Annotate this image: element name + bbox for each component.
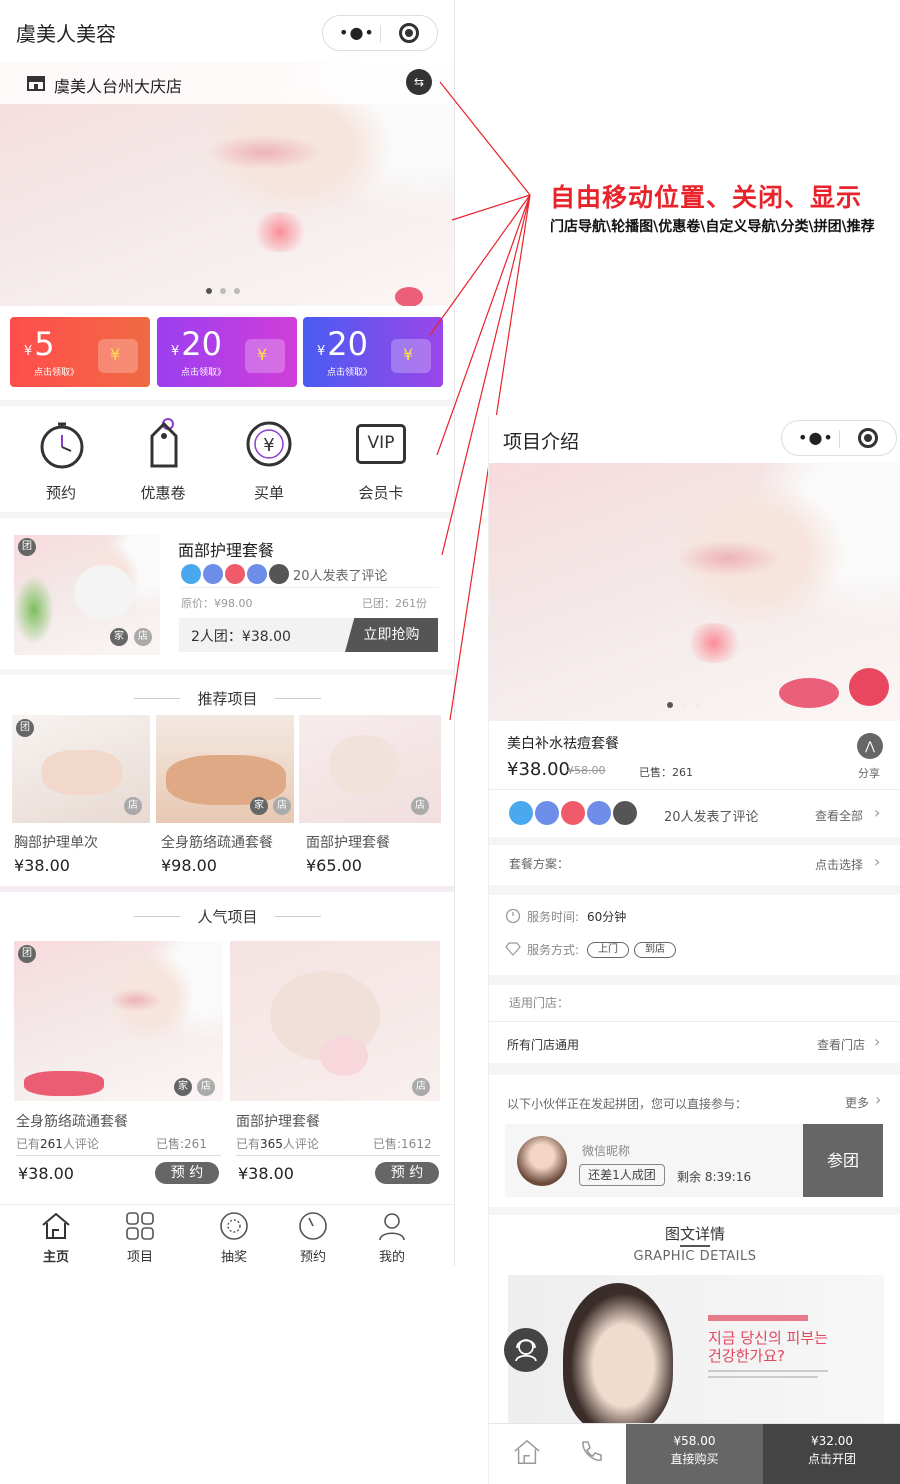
annotation-headline: 自由移动位置、关闭、显示	[550, 183, 863, 212]
page-title: 项目介绍	[503, 431, 580, 453]
group-card: 微信昵称 还差1人成团 剩余 8:39:16 参团	[505, 1124, 883, 1197]
chevron-right-icon: ›	[874, 852, 881, 871]
stores-label: 适用门店：	[509, 996, 570, 1010]
mini-program-capsule: •●•	[781, 420, 897, 456]
annotation-subline: 门店导航\轮播图\优惠卷\自定义导航\分类\拼团\推荐	[550, 219, 875, 235]
close-program-icon[interactable]	[858, 428, 878, 448]
share-label: 分享	[858, 767, 880, 780]
product-carousel[interactable]	[489, 463, 900, 721]
product-price: ¥38.00	[507, 759, 570, 780]
avatar	[517, 1136, 567, 1186]
service-mode-tag: 到店	[634, 942, 676, 958]
ad-headline: 건강한가요?	[708, 1347, 785, 1365]
choose-package[interactable]: 点击选择	[815, 856, 863, 873]
product-original-price: ¥58.00	[567, 764, 606, 777]
start-group-button[interactable]: ¥32.00 点击开团	[763, 1424, 900, 1484]
bottom-action-bar: ¥58.00 直接购买 ¥32.00 点击开团	[489, 1423, 900, 1484]
stores-value: 所有门店通用	[507, 1038, 580, 1052]
service-time-value: 60分钟	[587, 910, 627, 924]
view-all-reviews[interactable]: 查看全部	[815, 807, 863, 824]
group-remaining: 剩余 8:39:16	[677, 1170, 752, 1184]
group-user-name: 微信昵称	[582, 1144, 631, 1158]
details-subtitle: GRAPHIC DETAILS	[633, 1249, 757, 1264]
group-info: 以下小伙伴正在发起拼团，您可以直接参与：	[507, 1097, 748, 1111]
customer-service-icon[interactable]	[504, 1328, 548, 1372]
diamond-icon	[505, 941, 521, 960]
group-need: 还差1人成团	[579, 1164, 665, 1186]
review-count: 20人发表了评论	[664, 810, 759, 825]
product-name: 美白补水祛痘套餐	[507, 736, 619, 752]
product-sold: 已售：261	[639, 766, 693, 779]
chevron-right-icon: ›	[874, 803, 881, 822]
details-image: 지금 당신의 피부는 건강한가요?	[508, 1275, 884, 1425]
service-time-label: 服务时间:	[527, 910, 580, 924]
home-icon[interactable]	[513, 1438, 541, 1470]
package-label: 套餐方案：	[509, 857, 570, 871]
service-mode-label: 服务方式:	[527, 943, 580, 957]
chevron-right-icon: ›	[875, 1090, 882, 1109]
carousel-indicator	[667, 702, 701, 708]
join-group-button[interactable]: 参团	[803, 1124, 883, 1197]
service-mode-tag: 上门	[587, 942, 629, 958]
project-detail-screen: 项目介绍 •●• 美白补水祛痘套餐 ¥38.00 ¥58.00 已售：261 ⋀…	[488, 415, 900, 1484]
share-icon[interactable]: ⋀	[857, 733, 883, 759]
more-groups[interactable]: 更多	[845, 1094, 869, 1111]
details-title: 图文详情	[664, 1225, 725, 1243]
buy-direct-button[interactable]: ¥58.00 直接购买	[626, 1424, 763, 1484]
view-stores[interactable]: 查看门店	[817, 1036, 865, 1053]
clock-icon	[505, 908, 521, 928]
chevron-right-icon: ›	[874, 1032, 881, 1051]
phone-icon[interactable]	[577, 1438, 605, 1470]
more-icon[interactable]: •●•	[798, 428, 834, 447]
reviewer-avatars	[509, 801, 639, 825]
